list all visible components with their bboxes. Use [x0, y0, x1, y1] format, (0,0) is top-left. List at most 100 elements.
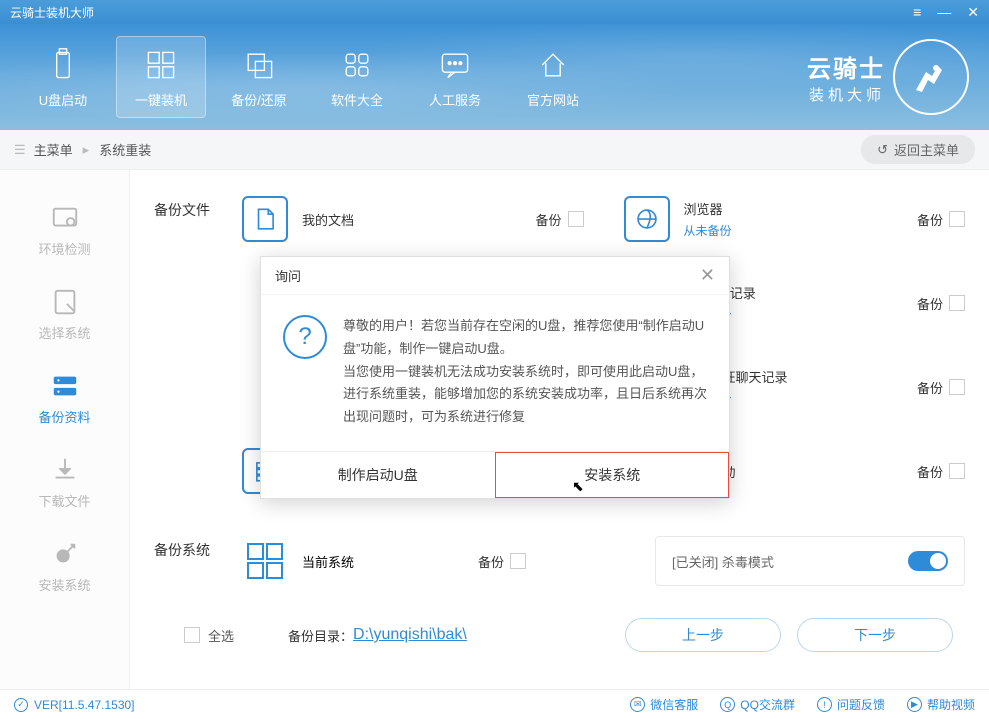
app-name: 云骑士装机大师 — [10, 4, 94, 21]
version-label[interactable]: VER[11.5.47.1530] — [34, 698, 135, 712]
backup-checkbox[interactable] — [568, 211, 584, 227]
footer-qq-group[interactable]: QQQ交流群 — [720, 696, 795, 713]
wechat-icon: ✉ — [630, 697, 645, 712]
sidebar-item-backup-data[interactable]: 备份资料 — [0, 356, 129, 440]
backup-checkbox[interactable] — [949, 379, 965, 395]
return-icon: ↺ — [877, 142, 888, 158]
dialog-close-button[interactable]: ✕ — [700, 265, 715, 286]
footer-help-video[interactable]: ▶帮助视频 — [907, 696, 975, 713]
section-backup-system-label: 备份系统 — [154, 540, 210, 560]
select-all-label: 全选 — [208, 626, 234, 645]
item-title: 浏览器 — [684, 199, 804, 218]
backup-path-link[interactable]: D:\yunqishi\bak\ — [353, 626, 467, 644]
logo-subtitle: 装机大师 — [807, 84, 885, 105]
nav-label: 官方网站 — [527, 90, 579, 109]
sidebar-label: 下载文件 — [38, 491, 90, 510]
nav-label: 备份/还原 — [231, 90, 287, 109]
backup-checkbox[interactable] — [510, 553, 526, 569]
breadcrumb-root[interactable]: 主菜单 — [34, 140, 73, 159]
sidebar-item-download[interactable]: 下载文件 — [0, 440, 129, 524]
item-title: 我的文档 — [302, 210, 422, 229]
backup-item-browser: 浏览器从未备份 备份 — [624, 188, 966, 250]
backup-label: 备份 — [478, 552, 504, 571]
return-label: 返回主菜单 — [894, 140, 959, 159]
nav-label: 一键装机 — [135, 90, 187, 109]
make-usb-button[interactable]: 制作启动U盘 — [261, 452, 495, 498]
footer-feedback[interactable]: !问题反馈 — [817, 696, 885, 713]
window-controls: ≡ — ✕ — [913, 4, 979, 21]
knight-icon — [893, 39, 969, 115]
bottom-row: 全选 备份目录： D:\yunqishi\bak\ 上一步 下一步 — [178, 618, 965, 652]
sidebar-item-select-system[interactable]: 选择系统 — [0, 272, 129, 356]
nav-backup-restore[interactable]: 备份/还原 — [214, 36, 304, 118]
backup-label: 备份 — [917, 210, 943, 229]
install-system-button[interactable]: 安装系统 — [495, 452, 730, 498]
nav-support[interactable]: 人工服务 — [410, 36, 500, 118]
antivirus-label: [已关闭] 杀毒模式 — [672, 552, 774, 571]
logo-title: 云骑士 — [807, 49, 885, 84]
menu-icon[interactable]: ≡ — [913, 4, 921, 21]
title-bar: 云骑士装机大师 ≡ — ✕ — [0, 0, 989, 24]
home-icon — [534, 46, 572, 84]
copy-icon — [240, 46, 278, 84]
select-all[interactable]: 全选 — [184, 626, 234, 645]
nav-one-click[interactable]: 一键装机 — [116, 36, 206, 118]
backup-label: 备份 — [917, 462, 943, 481]
return-main-button[interactable]: ↺ 返回主菜单 — [861, 135, 975, 164]
check-icon: ✓ — [14, 698, 28, 712]
dialog-message: 尊敬的用户！若您当前存在空闲的U盘，推荐您使用“制作启动U盘”功能，制作一键启动… — [343, 315, 707, 429]
browser-icon — [624, 196, 670, 242]
nav-website[interactable]: 官方网站 — [508, 36, 598, 118]
dialog-header: 询问 ✕ — [261, 257, 729, 295]
select-all-checkbox[interactable] — [184, 627, 200, 643]
breadcrumb-current: 系统重装 — [99, 140, 151, 159]
backup-label: 备份 — [917, 378, 943, 397]
backup-path-label: 备份目录： — [288, 626, 353, 645]
top-nav: U盘启动 一键装机 备份/还原 软件大全 人工服务 官方网站 — [0, 36, 598, 118]
close-icon[interactable]: ✕ — [967, 4, 979, 21]
sidebar-label: 环境检测 — [38, 239, 90, 258]
section-backup-files-label: 备份文件 — [154, 200, 210, 220]
backup-label: 备份 — [535, 210, 561, 229]
sidebar-item-install[interactable]: 安装系统 — [0, 524, 129, 608]
antivirus-toggle[interactable] — [908, 551, 948, 571]
chevron-right-icon: ▸ — [83, 142, 90, 158]
windows-icon — [142, 46, 180, 84]
footer: ✓ VER[11.5.47.1530] ✉微信客服 QQQ交流群 !问题反馈 ▶… — [0, 689, 989, 719]
windows-logo-icon — [242, 538, 288, 584]
list-icon: ☰ — [14, 142, 26, 158]
nav-usb-boot[interactable]: U盘启动 — [18, 36, 108, 118]
sidebar-item-env-check[interactable]: 环境检测 — [0, 188, 129, 272]
antivirus-mode-panel: [已关闭] 杀毒模式 — [655, 536, 965, 586]
prev-button[interactable]: 上一步 — [625, 618, 781, 652]
document-icon — [242, 196, 288, 242]
system-title: 当前系统 — [302, 552, 422, 571]
footer-wechat[interactable]: ✉微信客服 — [630, 696, 698, 713]
nav-label: U盘启动 — [39, 90, 87, 109]
confirm-dialog: 询问 ✕ ? 尊敬的用户！若您当前存在空闲的U盘，推荐您使用“制作启动U盘”功能… — [260, 256, 730, 499]
question-icon: ? — [283, 315, 327, 359]
sidebar: 环境检测 选择系统 备份资料 下载文件 安装系统 — [0, 170, 130, 689]
sidebar-label: 安装系统 — [38, 575, 90, 594]
feedback-icon: ! — [817, 697, 832, 712]
item-sub: 从未备份 — [684, 222, 804, 239]
logo: 云骑士 装机大师 — [807, 39, 969, 115]
system-row: 当前系统 备份 [已关闭] 杀毒模式 — [242, 530, 965, 592]
dialog-title: 询问 — [275, 266, 301, 285]
breadcrumb: ☰ 主菜单 ▸ 系统重装 ↺ 返回主菜单 — [0, 130, 989, 170]
backup-checkbox[interactable] — [949, 295, 965, 311]
nav-software[interactable]: 软件大全 — [312, 36, 402, 118]
backup-checkbox[interactable] — [949, 211, 965, 227]
sidebar-label: 选择系统 — [38, 323, 90, 342]
nav-label: 软件大全 — [331, 90, 383, 109]
minimize-icon[interactable]: — — [937, 4, 951, 21]
next-button[interactable]: 下一步 — [797, 618, 953, 652]
backup-checkbox[interactable] — [949, 463, 965, 479]
backup-label: 备份 — [917, 294, 943, 313]
video-icon: ▶ — [907, 697, 922, 712]
sidebar-label: 备份资料 — [38, 407, 90, 426]
chat-icon — [436, 46, 474, 84]
qq-icon: Q — [720, 697, 735, 712]
nav-label: 人工服务 — [429, 90, 481, 109]
usb-icon — [44, 46, 82, 84]
